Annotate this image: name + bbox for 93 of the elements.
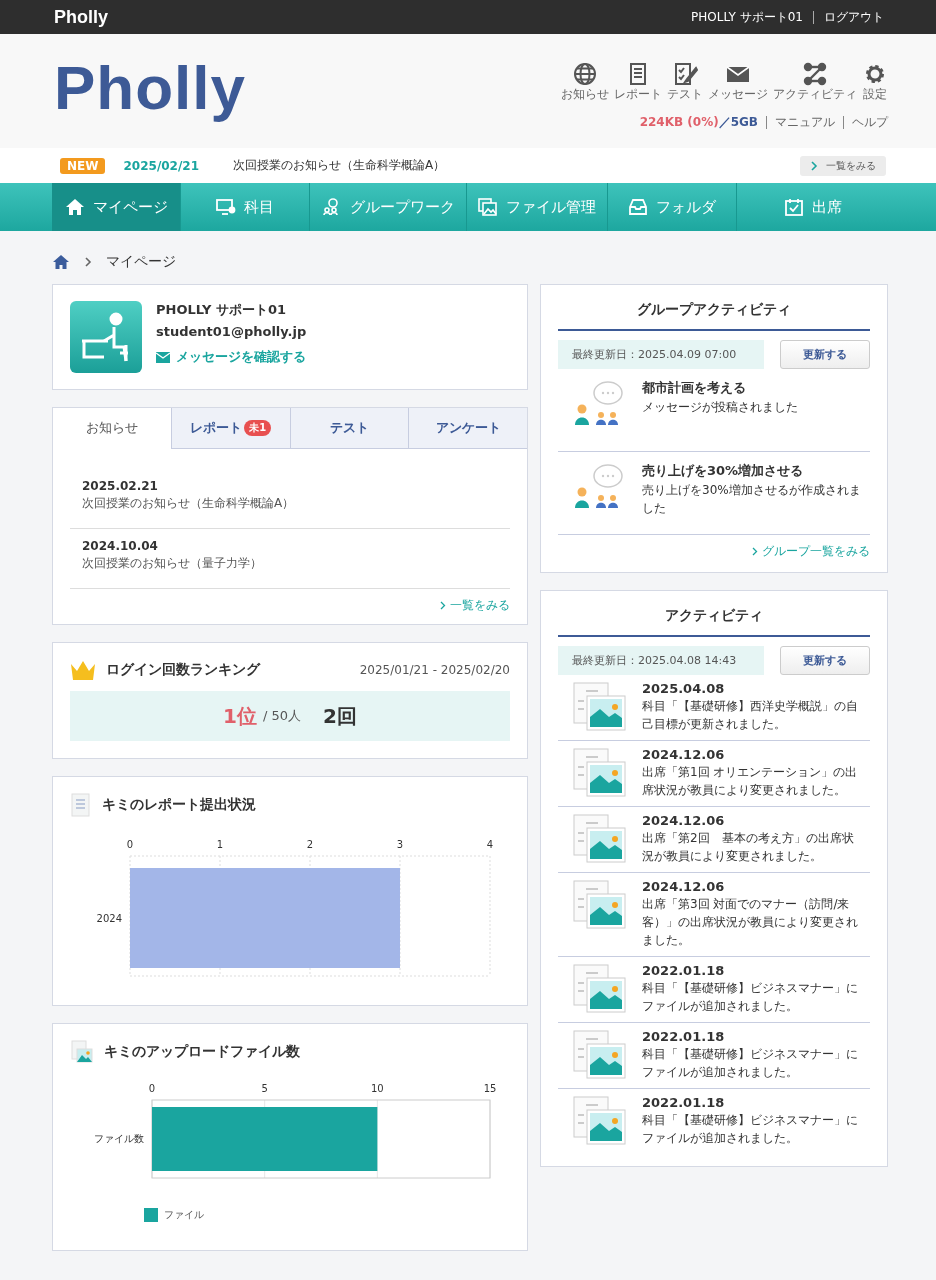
home-icon[interactable] (52, 254, 70, 270)
image-document-icon (572, 681, 628, 733)
group-list-link[interactable]: グループ一覧をみる (752, 543, 870, 560)
chevron-icon (440, 601, 446, 610)
header-icon-link[interactable]: メッセージ (708, 62, 768, 102)
tab[interactable]: アンケート (408, 408, 527, 449)
header-link[interactable]: マニュアル (775, 114, 835, 131)
chevron-icon (84, 256, 92, 268)
axis-tick-label: 4 (486, 839, 494, 850)
last-updated: 最終更新日：2025.04.09 07:00 (558, 340, 764, 369)
image-document-icon (572, 813, 628, 865)
activity-date: 2022.01.18 (642, 1095, 726, 1110)
header-icon-link[interactable]: 設定 (862, 62, 888, 102)
panel-title: グループアクティビティ (558, 285, 870, 331)
rank-total: / 50人 (262, 707, 302, 725)
axis-tick-label: 15 (483, 1083, 497, 1094)
activity-text: 科目「【基礎研修】ビジネスマナー」にファイルが追加されました。 (642, 980, 859, 1015)
axis-tick-label: 1 (216, 839, 224, 850)
activity-text: 出席「第3回 対面でのマナー（訪問/来客）」の出席状況が教員により変更されました。 (642, 896, 859, 949)
view-all-button[interactable]: 一覧をみる (800, 155, 886, 176)
activity-text: 科目「【基礎研修】ビジネスマナー」にファイルが追加されました。 (642, 1112, 859, 1147)
axis-tick-label: 0 (148, 1083, 156, 1094)
new-badge: NEW (60, 157, 106, 174)
tab[interactable]: テスト (289, 408, 409, 449)
header-icon-link[interactable]: アクティビティ (773, 62, 857, 102)
refresh-button[interactable]: 更新する (780, 646, 870, 675)
activity-date: 2022.01.18 (642, 1029, 726, 1044)
crown-icon (70, 659, 96, 681)
group-activity-text: メッセージが投稿されました (642, 399, 799, 416)
activity-text: 科目「【基礎研修】西洋史学概説」の自己目標が更新されました。 (642, 698, 859, 733)
axis-tick-label: 0 (126, 839, 134, 850)
nav-tab[interactable]: マイページ (52, 183, 181, 231)
ranking-period: 2025/01/21 - 2025/02/20 (359, 663, 510, 677)
image-document-icon (572, 879, 628, 931)
legend-label: ファイル (164, 1208, 204, 1222)
activity-text: 出席「第1回 オリエンテーション」の出席状況が教員により変更されました。 (642, 764, 859, 799)
student-at-desk-icon (70, 301, 142, 373)
group-name: 都市計画を考える (642, 379, 747, 397)
message-link[interactable]: メッセージを確認する (156, 348, 307, 366)
axis-tick-label: 5 (261, 1083, 268, 1094)
chevron-icon (810, 160, 818, 171)
axis-tick-label: 2 (306, 839, 314, 850)
news-title-link[interactable]: 次回授業のお知らせ（生命科学概論A） (233, 157, 446, 174)
notice-title-link[interactable]: 次回授業のお知らせ（量子力学） (82, 555, 498, 572)
rank: 1位 (223, 702, 257, 730)
logout-link[interactable]: ログアウト (824, 8, 884, 26)
login-count: 2回 (323, 702, 357, 730)
view-all-link[interactable]: 一覧をみる (440, 597, 510, 614)
category-label: 2024 (96, 913, 122, 924)
activity-date: 2024.12.06 (642, 813, 726, 828)
document-icon (70, 793, 92, 817)
home-icon (64, 198, 85, 216)
header-icon-link[interactable]: レポート (614, 62, 662, 102)
image-document-icon (572, 1095, 628, 1147)
activity-date: 2024.12.06 (642, 879, 726, 894)
axis-tick-label: 3 (396, 839, 404, 850)
header-icon-link[interactable]: お知らせ (561, 62, 609, 102)
tab[interactable]: レポート 未1 (170, 408, 290, 449)
activity-date: 2024.12.06 (642, 747, 726, 762)
group-name: 売り上げを30%増加させる (642, 462, 805, 480)
user-name: PHOLLY サポート01 (156, 301, 288, 319)
image-document-icon (572, 963, 628, 1015)
chevron-icon (752, 547, 758, 556)
axis-tick-label: 10 (370, 1083, 384, 1094)
panel-title: アクティビティ (558, 591, 870, 637)
image-document-icon (572, 1029, 628, 1081)
activity-date: 2022.01.18 (642, 963, 726, 978)
envelope-icon (156, 351, 170, 363)
storage-usage: 224KB (0%)／5GB (639, 114, 758, 131)
user-link[interactable]: PHOLLY サポート01 (691, 8, 803, 26)
header-link[interactable]: ヘルプ (852, 114, 888, 131)
activity-date: 2025.04.08 (642, 681, 726, 696)
header-icon-link[interactable]: テスト (667, 62, 703, 102)
image-document-icon (70, 1040, 94, 1064)
notice-date: 2024.10.04 (82, 539, 159, 553)
user-email: student01@pholly.jp (156, 324, 307, 339)
chart-title: キミのアップロードファイル数 (104, 1043, 300, 1061)
activity-text: 出席「第2回 基本の考え方」の出席状況が教員により変更されました。 (642, 830, 855, 865)
breadcrumb-current: マイページ (106, 253, 176, 271)
globe-icon (572, 62, 598, 86)
brand-name: Pholly (54, 6, 108, 28)
chart-title: キミのレポート提出状況 (102, 796, 256, 814)
ranking-title: ログイン回数ランキング (106, 661, 260, 679)
category-label: ファイル数 (94, 1133, 144, 1144)
group-activity-text: 売り上げを30%増加させるが作成されました (642, 482, 862, 517)
refresh-button[interactable]: 更新する (780, 340, 870, 369)
news-date: 2025/02/21 (123, 158, 200, 173)
notice-date: 2025.02.21 (82, 479, 159, 493)
activity-text: 科目「【基礎研修】ビジネスマナー」にファイルが追加されました。 (642, 1046, 859, 1081)
notice-title-link[interactable]: 次回授業のお知らせ（生命科学概論A） (82, 495, 498, 512)
logo[interactable]: Pholly (54, 52, 247, 148)
image-document-icon (572, 747, 628, 799)
last-updated: 最終更新日：2025.04.08 14:43 (558, 646, 764, 675)
